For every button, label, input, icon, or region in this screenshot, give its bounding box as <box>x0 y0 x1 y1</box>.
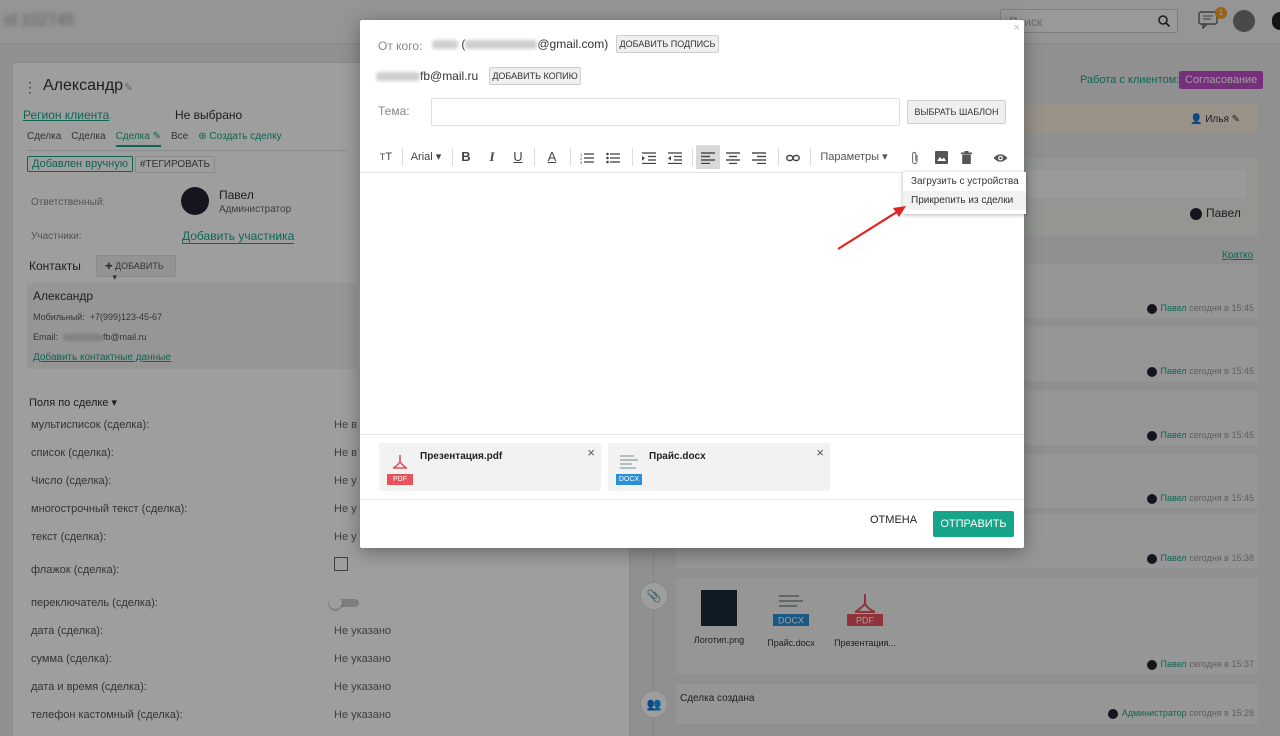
close-icon[interactable]: × <box>1014 22 1020 34</box>
cc-address: fb@mail.ru <box>376 69 478 83</box>
parameters-dropdown[interactable]: Параметры ▾ <box>816 145 892 169</box>
outdent-icon[interactable] <box>664 145 686 169</box>
redacted-text <box>376 72 420 82</box>
font-family-value: Arial <box>410 151 433 163</box>
cc-email-suffix: fb@mail.ru <box>420 69 479 83</box>
toolbar-divider <box>534 148 535 166</box>
choose-template-button[interactable]: ВЫБРАТЬ ШАБЛОН <box>907 100 1006 124</box>
parameters-label: Параметры <box>820 151 880 163</box>
subject-input[interactable] <box>431 98 900 126</box>
send-button[interactable]: ОТПРАВИТЬ <box>933 511 1014 537</box>
file-name: Презентация.pdf <box>420 451 503 462</box>
preview-eye-icon[interactable] <box>989 145 1011 169</box>
pdf-icon: PDF <box>387 451 413 485</box>
remove-attachment-icon[interactable]: × <box>587 445 595 460</box>
text-color-icon[interactable]: A <box>542 145 562 169</box>
attachment-card[interactable]: PDF Презентация.pdf × <box>379 443 601 491</box>
link-icon[interactable] <box>782 145 804 169</box>
align-center-icon[interactable] <box>722 145 744 169</box>
image-icon[interactable] <box>930 145 952 169</box>
attachment-card[interactable]: DOCX Прайс.docx × <box>608 443 830 491</box>
underline-icon[interactable]: U <box>508 145 528 169</box>
toolbar-divider <box>692 148 693 166</box>
indent-icon[interactable] <box>638 145 660 169</box>
email-compose-modal: × От кого: (@gmail.com) ДОБАВИТЬ ПОДПИСЬ… <box>360 20 1026 548</box>
trash-icon[interactable] <box>955 145 977 169</box>
toolbar-divider <box>778 148 779 166</box>
attach-dropdown-menu: Загрузить с устройства Прикрепить из сде… <box>903 172 1026 214</box>
subject-label: Тема: <box>378 104 410 118</box>
remove-attachment-icon[interactable]: × <box>816 445 824 460</box>
redacted-text <box>432 40 458 50</box>
from-address: (@gmail.com) <box>432 37 608 51</box>
italic-icon[interactable]: I <box>482 145 502 169</box>
editor-toolbar: TT Arial ▾ B I U A 123 Параметры ▾ <box>360 142 1024 172</box>
cancel-button[interactable]: ОТМЕНА <box>870 514 917 526</box>
add-copy-button[interactable]: ДОБАВИТЬ КОПИЮ <box>489 67 581 85</box>
file-ext: DOCX <box>616 474 642 485</box>
attach-from-deal-item[interactable]: Прикрепить из сделки <box>903 191 1026 210</box>
ordered-list-icon[interactable]: 123 <box>576 145 598 169</box>
toolbar-divider <box>632 148 633 166</box>
file-name: Прайс.docx <box>649 451 706 462</box>
from-email-suffix: @gmail.com) <box>537 37 609 51</box>
toolbar-divider <box>810 148 811 166</box>
font-size-icon[interactable]: TT <box>376 145 396 169</box>
toolbar-divider <box>402 148 403 166</box>
toolbar-divider <box>452 148 453 166</box>
bullet-list-icon[interactable] <box>602 145 624 169</box>
add-signature-button[interactable]: ДОБАВИТЬ ПОДПИСЬ <box>616 35 719 53</box>
align-right-icon[interactable] <box>748 145 770 169</box>
attachments-area: PDF Презентация.pdf × DOCX Прайс.docx × <box>360 438 1024 500</box>
svg-text:3: 3 <box>580 160 583 164</box>
bold-icon[interactable]: B <box>456 145 476 169</box>
toolbar-divider <box>570 148 571 166</box>
paperclip-icon[interactable] <box>904 145 926 169</box>
document-icon: DOCX <box>616 451 642 485</box>
align-left-icon[interactable] <box>696 145 720 169</box>
font-family-select[interactable]: Arial ▾ <box>406 145 446 169</box>
file-ext: PDF <box>387 474 413 485</box>
from-label: От кого: <box>378 39 423 53</box>
redacted-text <box>465 40 538 50</box>
upload-from-device-item[interactable]: Загрузить с устройства <box>903 172 1026 191</box>
